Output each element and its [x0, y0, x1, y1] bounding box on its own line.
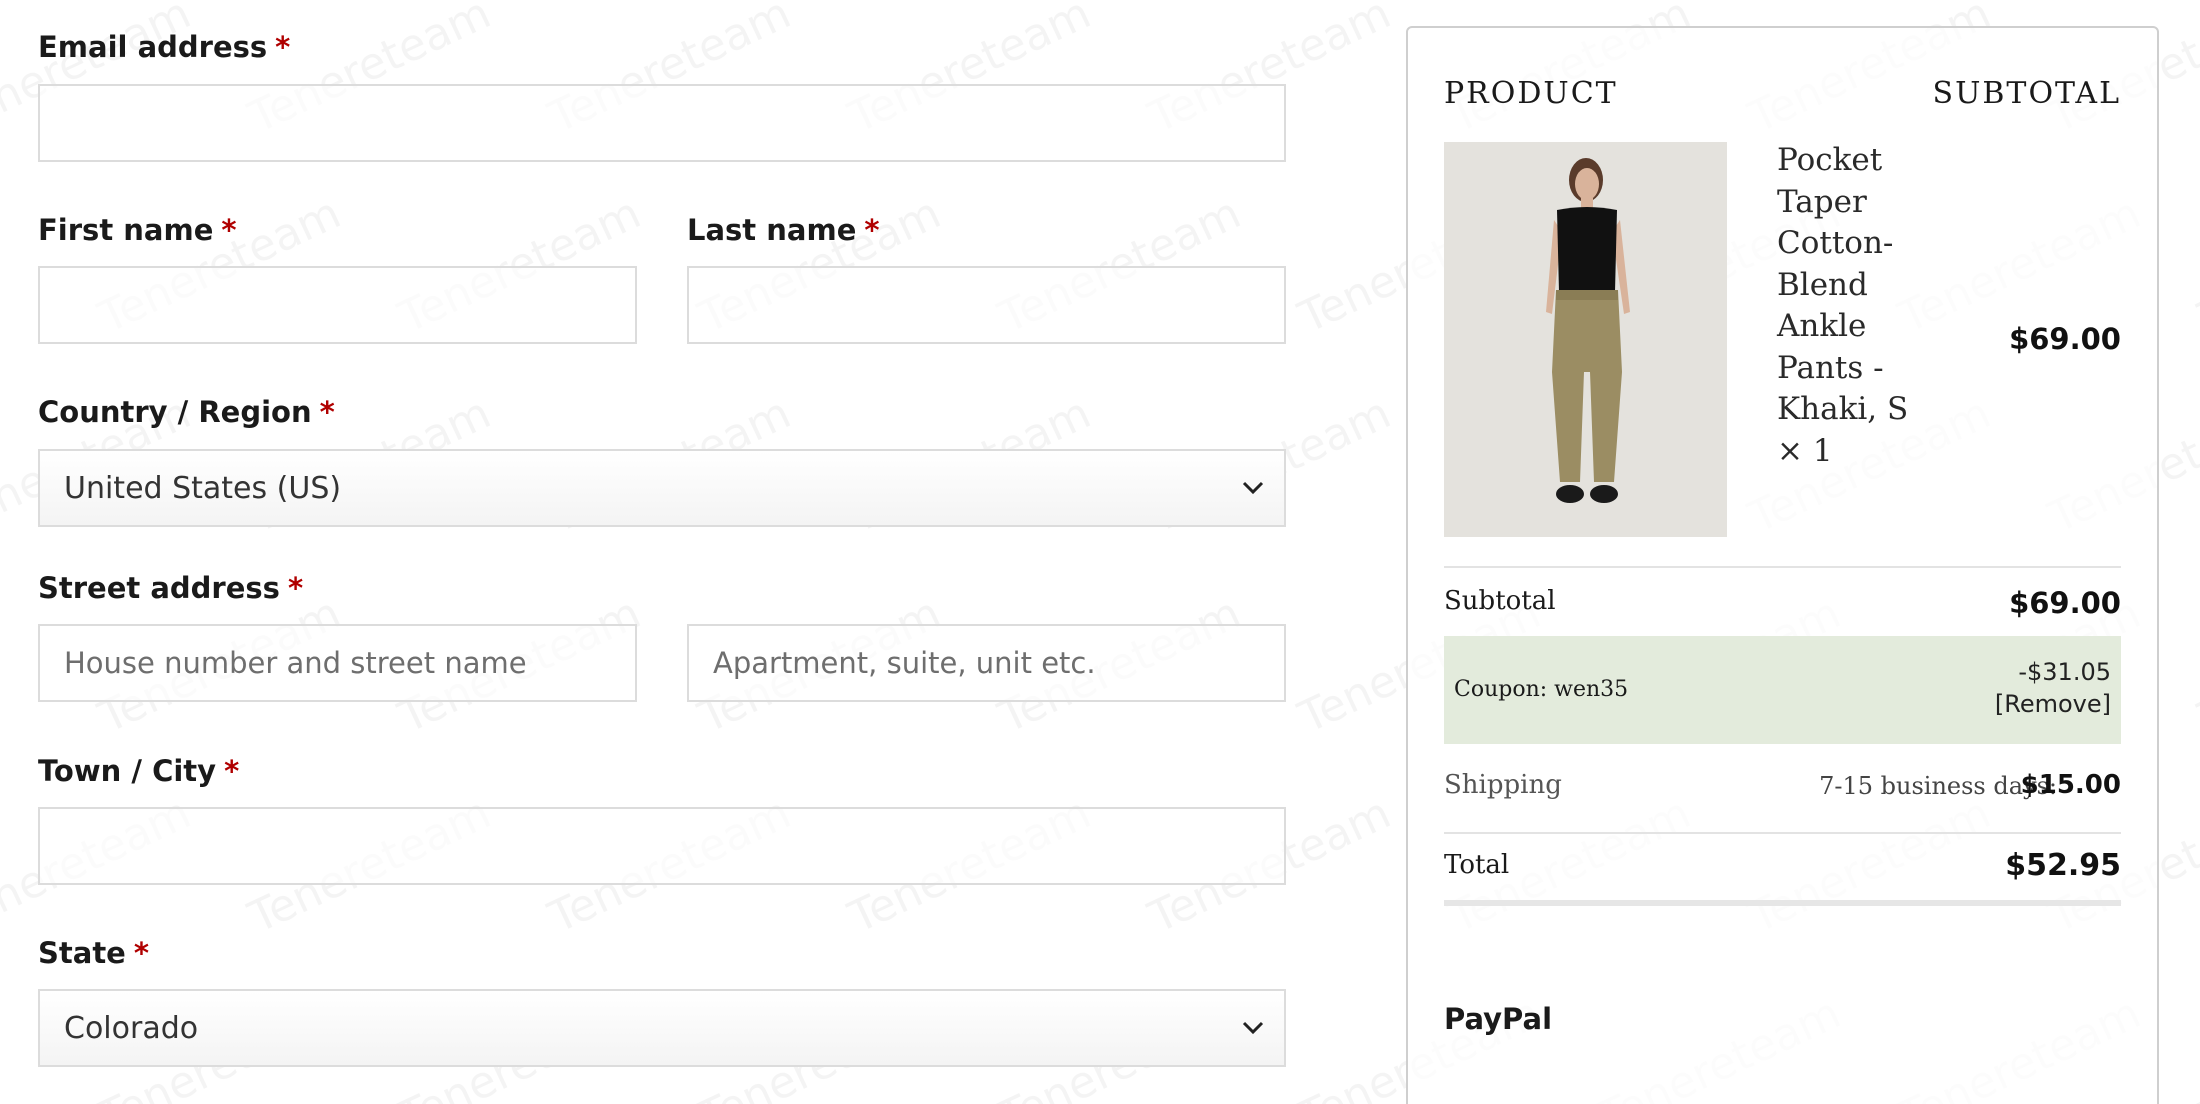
- total-divider: [1444, 900, 2121, 906]
- coupon-row: Coupon: wen35 -$31.05 [Remove]: [1444, 636, 2121, 744]
- first-name-field[interactable]: [38, 266, 637, 344]
- country-selected-value: United States (US): [64, 470, 342, 506]
- last-name-input[interactable]: [689, 268, 1284, 342]
- city-input[interactable]: [40, 809, 1284, 883]
- street-address-label: Street address *: [38, 571, 304, 605]
- checkout-page: TenereteamTenereteamTenereteamTenereteam…: [0, 0, 2200, 1104]
- watermark-text: Tenereteam: [2191, 987, 2200, 1104]
- state-selected-value: Colorado: [64, 1010, 199, 1046]
- required-mark: *: [224, 754, 240, 788]
- required-mark: *: [221, 213, 237, 247]
- total-label: Total: [1444, 850, 1510, 880]
- last-name-field[interactable]: [687, 266, 1286, 344]
- required-mark: *: [864, 213, 880, 247]
- city-field[interactable]: [38, 807, 1286, 885]
- product-title: Pocket Taper Cotton-Blend Ankle Pants - …: [1777, 142, 1909, 427]
- required-mark: *: [133, 936, 150, 970]
- product-price: $69.00: [2009, 322, 2121, 356]
- divider: [1444, 566, 2121, 568]
- state-label: State *: [38, 936, 150, 970]
- email-label: Email address *: [38, 30, 291, 64]
- shipping-label: Shipping: [1444, 770, 1562, 800]
- product-image: [1444, 142, 1727, 537]
- subtotal-label: Subtotal: [1444, 586, 1556, 616]
- subtotal-value: $69.00: [2009, 586, 2121, 620]
- state-select[interactable]: Colorado: [38, 989, 1286, 1067]
- shipping-value: $15.00: [2020, 770, 2121, 800]
- watermark-text: Tenereteam: [2191, 187, 2200, 343]
- product-name: Pocket Taper Cotton-Blend Ankle Pants - …: [1777, 140, 1917, 472]
- apartment-field[interactable]: [687, 624, 1286, 702]
- payment-method-paypal[interactable]: PayPal: [1444, 1002, 1552, 1036]
- required-mark: *: [319, 395, 335, 429]
- city-label: Town / City *: [38, 754, 240, 788]
- country-label: Country / Region *: [38, 395, 335, 429]
- first-name-label: First name *: [38, 213, 237, 247]
- street-address-input[interactable]: [40, 626, 635, 700]
- required-mark: *: [287, 571, 304, 605]
- order-summary: PRODUCT SUBTOTAL Pocket Taper Cotton-Ble…: [1406, 26, 2159, 1104]
- product-column-header: PRODUCT: [1444, 76, 1618, 111]
- chevron-down-icon: [1242, 1021, 1264, 1035]
- country-select[interactable]: United States (US): [38, 449, 1286, 527]
- product-quantity: × 1: [1777, 432, 1833, 469]
- last-name-label: Last name *: [687, 213, 880, 247]
- email-field[interactable]: [38, 84, 1286, 162]
- apartment-input[interactable]: [689, 626, 1284, 700]
- email-input[interactable]: [40, 86, 1284, 160]
- first-name-input[interactable]: [40, 268, 635, 342]
- chevron-down-icon: [1242, 481, 1264, 495]
- subtotal-column-header: SUBTOTAL: [1932, 76, 2121, 111]
- coupon-remove-link[interactable]: [Remove]: [1995, 690, 2111, 718]
- coupon-amount: -$31.05: [2018, 658, 2111, 686]
- total-value: $52.95: [2005, 848, 2121, 883]
- divider: [1444, 832, 2121, 834]
- required-mark: *: [275, 30, 291, 64]
- watermark-text: Tenereteam: [2191, 587, 2200, 743]
- street-address-field[interactable]: [38, 624, 637, 702]
- coupon-label: Coupon: wen35: [1454, 677, 1629, 702]
